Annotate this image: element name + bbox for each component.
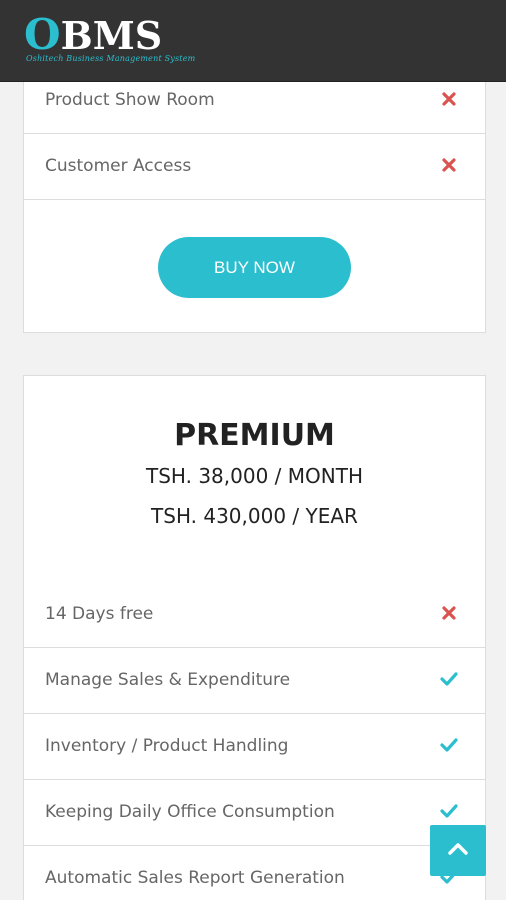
cross-icon [442,606,456,620]
feature-label: Automatic Sales Report Generation [45,868,345,888]
feature-label: Inventory / Product Handling [45,736,289,756]
feature-row: Keeping Daily Office Consumption [24,780,485,846]
check-icon [440,738,458,752]
plan-price-month: TSH. 38,000 / MONTH [146,464,363,488]
logo-text: BMS [60,13,163,58]
scroll-to-top-button[interactable] [430,825,486,876]
feature-row: 14 Days free [24,582,485,648]
site-header: OBMS Oshitech Business Management System [0,0,506,82]
feature-row: Inventory / Product Handling [24,714,485,780]
logo-wordmark: OBMS [24,14,195,57]
feature-row: Customer Access [24,134,485,200]
chevron-up-icon [448,843,468,855]
feature-label: Product Show Room [45,90,215,110]
check-icon [440,804,458,818]
check-icon [440,672,458,686]
feature-label: 14 Days free [45,604,154,624]
feature-label: Manage Sales & Expenditure [45,670,291,690]
obms-logo[interactable]: OBMS Oshitech Business Management System [24,14,196,64]
cross-icon [442,158,456,172]
feature-label: Customer Access [45,156,192,176]
cross-icon [442,92,456,106]
feature-row: Manage Sales & Expenditure [24,648,485,714]
buy-now-button[interactable]: BUY NOW [158,237,351,298]
plan-price-year: TSH. 430,000 / YEAR [151,504,358,528]
feature-label: Keeping Daily Office Consumption [45,802,335,822]
plan-title: PREMIUM [174,418,335,453]
logo-letter: O [24,10,61,59]
logo-tagline: Oshitech Business Management System [26,54,196,63]
feature-row: Automatic Sales Report Generation [24,846,485,900]
plan-card-premium: PREMIUM TSH. 38,000 / MONTH TSH. 430,000… [23,375,486,900]
